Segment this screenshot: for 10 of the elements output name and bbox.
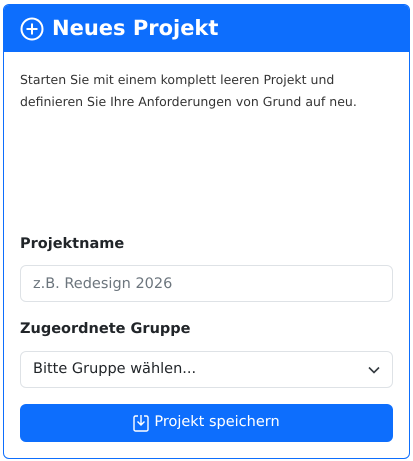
plus-circle-icon [20, 16, 44, 40]
save-button[interactable]: Projekt speichern [20, 404, 393, 442]
download-icon [133, 414, 150, 432]
input-field[interactable]: z.B. Redesign 2026 [20, 265, 393, 302]
card-description: Starten Sie mit einem komplett leeren Projekt und definieren Sie Ihre Anforderungen von Grund auf neu. [20, 71, 358, 111]
field-label: Projektname [20, 234, 126, 254]
field-label: Zugeordnete Gruppe [20, 320, 192, 340]
card-title: Neues Projekt [52, 18, 218, 39]
chevron-down-icon [368, 366, 380, 374]
group-select[interactable]: Bitte Gruppe wählen... [20, 351, 393, 388]
